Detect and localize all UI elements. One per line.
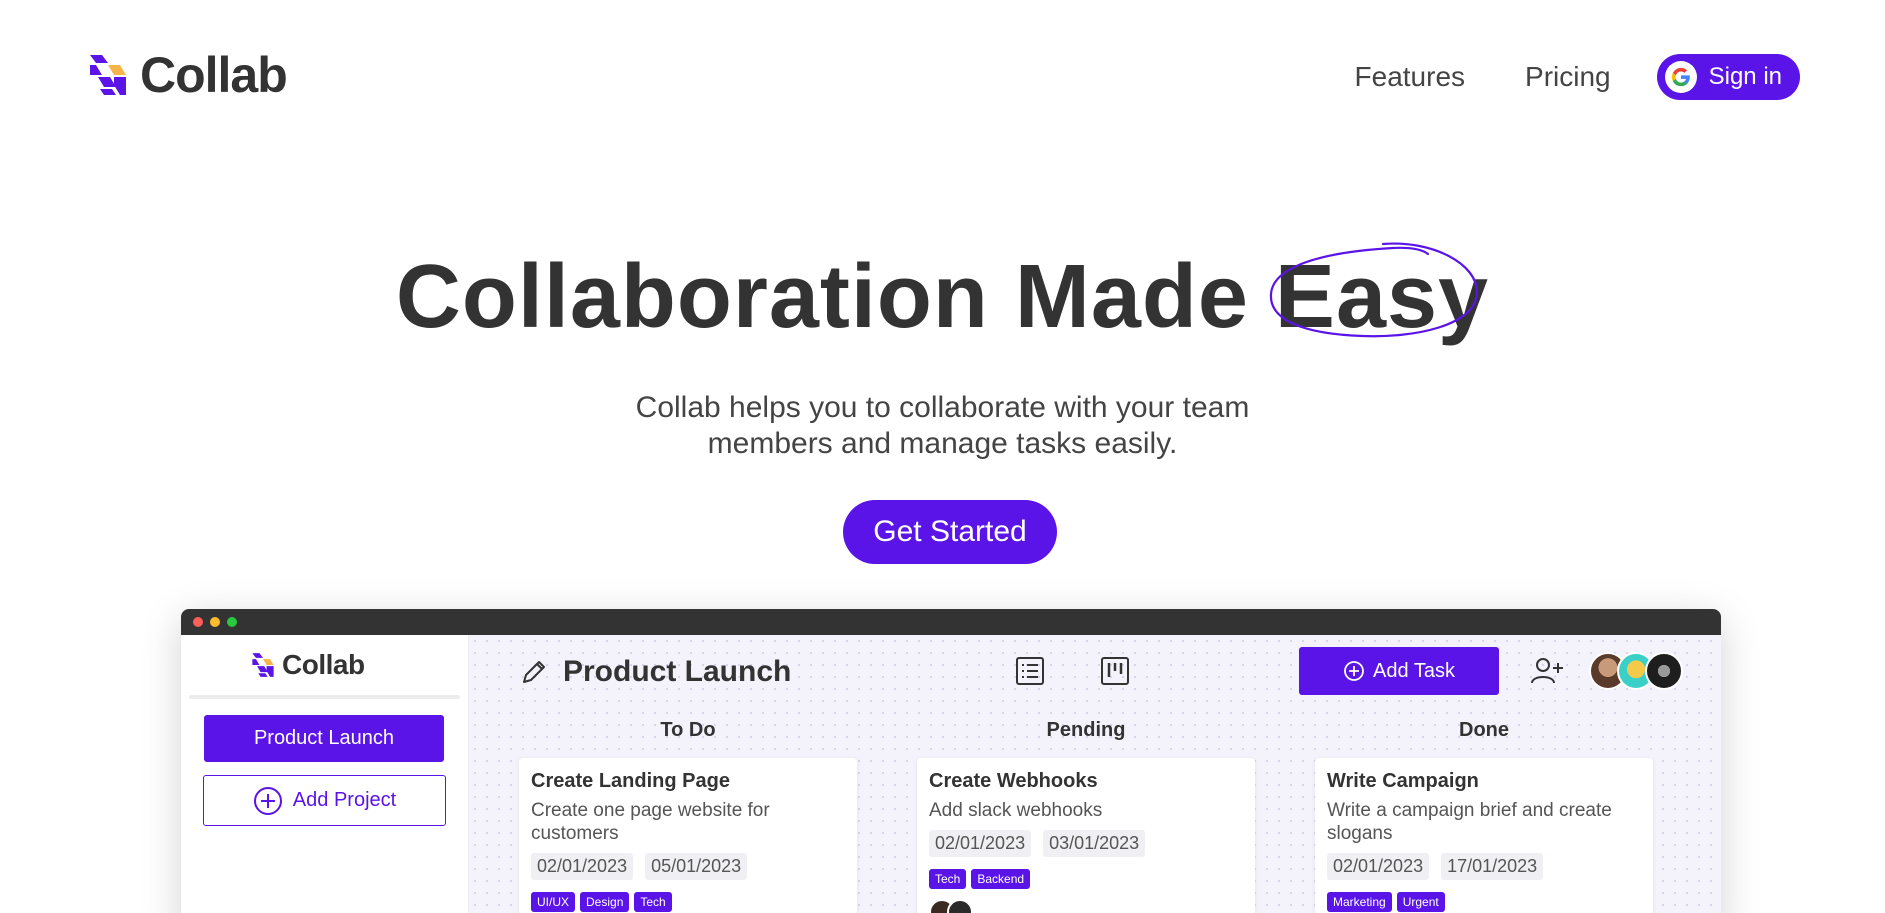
board: Product Launch Add Task To Do Pending Do… xyxy=(469,635,1721,913)
sign-in-button[interactable]: Sign in xyxy=(1656,54,1800,100)
hero-title-main: Collaboration Made xyxy=(395,247,1275,347)
avatar xyxy=(947,899,973,913)
task-end-date: 03/01/2023 xyxy=(1043,830,1146,857)
sidebar-project-item[interactable]: Product Launch xyxy=(204,715,444,762)
task-tag: UI/UX xyxy=(531,892,576,912)
window-minimize-dot xyxy=(210,617,220,627)
task-title: Write Campaign xyxy=(1327,770,1479,792)
task-start-date: 02/01/2023 xyxy=(929,830,1032,857)
app-body: Collab Product Launch Add Project Produc… xyxy=(181,635,1721,913)
task-assignees xyxy=(929,899,1243,913)
task-description: Add slack webhooks xyxy=(929,800,1103,821)
task-tags: Marketing Urgent xyxy=(1327,892,1641,912)
hero-title: Collaboration Made Easy xyxy=(0,242,1885,342)
app-sidebar: Collab Product Launch Add Project xyxy=(181,635,469,913)
task-end-date: 05/01/2023 xyxy=(645,853,748,880)
hero-subtitle: Collab helps you to collaborate with you… xyxy=(0,390,1885,462)
hero-subtitle-line-2: members and manage tasks easily. xyxy=(707,427,1178,460)
nav-link-pricing[interactable]: Pricing xyxy=(1525,61,1611,93)
collab-logo-icon xyxy=(90,55,126,95)
task-tag: Backend xyxy=(971,869,1031,889)
task-description: Write a campaign brief and create slogan… xyxy=(1327,800,1612,844)
task-dates: 02/01/2023 17/01/2023 xyxy=(1327,853,1641,880)
task-dates: 02/01/2023 03/01/2023 xyxy=(929,830,1243,857)
brand[interactable]: Collab xyxy=(86,47,288,103)
task-card[interactable]: Create Webhooks Add slack webhooks 02/01… xyxy=(917,758,1255,913)
app-brand: Collab xyxy=(250,651,365,679)
column-title-done: Done xyxy=(1459,719,1509,741)
sidebar-divider xyxy=(189,695,460,699)
task-tag: Design xyxy=(580,892,630,912)
app-brand-name: Collab xyxy=(282,649,365,680)
task-start-date: 02/01/2023 xyxy=(531,853,634,880)
nav-links: Features Pricing Sign in xyxy=(1355,54,1800,100)
avatar[interactable] xyxy=(1645,652,1683,690)
brand-name: Collab xyxy=(140,47,288,103)
column-title-todo: To Do xyxy=(660,719,716,741)
window-close-dot xyxy=(193,617,203,627)
nav-link-features[interactable]: Features xyxy=(1355,61,1466,93)
edit-pencil-icon[interactable] xyxy=(519,657,549,687)
task-description: Create one page website for customers xyxy=(531,800,770,844)
task-card[interactable]: Write Campaign Write a campaign brief an… xyxy=(1315,758,1653,913)
plus-circle-icon xyxy=(1344,661,1364,681)
task-start-date: 02/01/2023 xyxy=(1327,853,1430,880)
board-title: Product Launch xyxy=(563,655,792,688)
hero-highlight-text: Easy xyxy=(1274,247,1490,347)
app-preview-window: Collab Product Launch Add Project Produc… xyxy=(181,609,1721,913)
window-maximize-dot xyxy=(227,617,237,627)
hero-subtitle-line-1: Collab helps you to collaborate with you… xyxy=(635,391,1250,424)
google-icon xyxy=(1664,61,1697,93)
add-member-icon[interactable] xyxy=(1529,655,1565,687)
task-tag: Tech xyxy=(929,869,967,889)
column-title-pending: Pending xyxy=(1046,719,1126,741)
task-dates: 02/01/2023 05/01/2023 xyxy=(531,853,845,880)
task-tag: Marketing xyxy=(1327,892,1392,912)
task-title: Create Landing Page xyxy=(531,770,730,792)
task-tag: Tech xyxy=(634,892,672,912)
window-titlebar xyxy=(181,609,1721,635)
member-avatars[interactable] xyxy=(1589,652,1683,690)
collab-logo-icon xyxy=(252,653,274,677)
plus-circle-icon xyxy=(253,786,282,815)
task-tags: UI/UX Design Tech xyxy=(531,892,845,912)
add-project-button[interactable]: Add Project xyxy=(203,775,446,826)
add-project-label: Add Project xyxy=(292,789,397,811)
sign-in-label: Sign in xyxy=(1708,63,1782,90)
task-tag: Urgent xyxy=(1396,892,1445,912)
add-task-button[interactable]: Add Task xyxy=(1299,647,1499,695)
top-nav: Collab Features Pricing Sign in xyxy=(0,0,1885,150)
get-started-button[interactable]: Get Started xyxy=(843,500,1057,564)
hero-title-highlight: Easy xyxy=(1269,242,1489,342)
task-card[interactable]: Create Landing Page Create one page webs… xyxy=(519,758,857,913)
add-task-label: Add Task xyxy=(1373,659,1455,682)
task-tags: Tech Backend xyxy=(929,869,1243,889)
task-title: Create Webhooks xyxy=(929,770,1098,792)
list-view-icon[interactable] xyxy=(1014,655,1046,687)
board-view-icon[interactable] xyxy=(1099,655,1131,687)
task-end-date: 17/01/2023 xyxy=(1441,853,1544,880)
board-header: Product Launch xyxy=(519,655,791,689)
